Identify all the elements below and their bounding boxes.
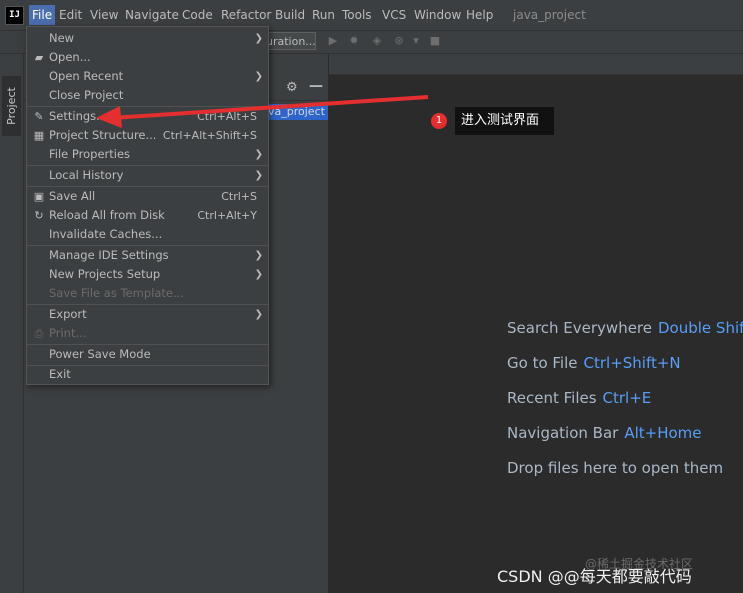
- menu-item-power-save-mode[interactable]: Power Save Mode: [27, 345, 268, 364]
- hint-recent-files: Recent Files Ctrl+E: [507, 389, 651, 407]
- submenu-arrow-icon: ❯: [254, 71, 263, 82]
- menu-item-exit[interactable]: Exit: [27, 365, 268, 384]
- hint-label: Go to File: [507, 354, 578, 372]
- menu-item-label: New Projects Setup: [49, 267, 161, 281]
- menu-item-label: Settings...: [49, 109, 108, 123]
- wrench-icon: ✎: [34, 110, 44, 123]
- hint-drop-files: Drop files here to open them: [507, 459, 723, 477]
- menu-item-shortcut: Ctrl+Alt+S: [197, 110, 257, 123]
- gear-icon[interactable]: ⚙: [286, 80, 298, 95]
- menu-item-new-projects-setup[interactable]: New Projects Setup ❯: [27, 265, 268, 284]
- menu-item-invalidate-caches[interactable]: Invalidate Caches...: [27, 225, 268, 244]
- submenu-arrow-icon: ❯: [254, 269, 263, 280]
- watermark: CSDN @@每天都要敲代码: [497, 567, 692, 586]
- menu-item-project-structure[interactable]: ▦ Project Structure... Ctrl+Alt+Shift+S: [27, 126, 268, 145]
- project-structure-icon: ▦: [33, 129, 45, 142]
- menu-item-label: Project Structure...: [49, 128, 157, 142]
- editor-tab-bar: [329, 54, 743, 75]
- step-number-badge: 1: [431, 113, 447, 129]
- folder-open-icon: ▰: [34, 51, 44, 64]
- menu-item-label: Save File as Template...: [49, 286, 184, 300]
- menu-item-label: File Properties: [49, 147, 131, 161]
- menu-item-file-properties[interactable]: File Properties ❯: [27, 145, 268, 164]
- menu-item-label: Save All: [49, 189, 96, 203]
- menu-item-shortcut: Ctrl+Alt+Shift+S: [162, 129, 257, 142]
- print-icon: ⎙: [34, 327, 44, 340]
- project-tree-root[interactable]: va_project: [268, 104, 328, 120]
- project-tab-label: Project: [5, 87, 18, 125]
- hint-go-to-file: Go to File Ctrl+Shift+N: [507, 354, 681, 372]
- submenu-arrow-icon: ❯: [254, 309, 263, 320]
- hint-label: Search Everywhere: [507, 319, 652, 337]
- hint-label: Recent Files: [507, 389, 597, 407]
- menu-item-label: Power Save Mode: [49, 347, 151, 361]
- menu-file[interactable]: File: [29, 5, 56, 25]
- menu-navigate[interactable]: Navigate: [122, 5, 182, 25]
- submenu-arrow-icon: ❯: [254, 149, 263, 160]
- menu-item-export[interactable]: Export ❯: [27, 305, 268, 324]
- menu-item-shortcut: Ctrl+Alt+Y: [197, 209, 257, 222]
- menu-item-open-recent[interactable]: Open Recent ❯: [27, 67, 268, 86]
- menu-window[interactable]: Window: [411, 5, 464, 25]
- hint-label: Drop files here to open them: [507, 459, 724, 477]
- hint-shortcut: Alt+Home: [624, 424, 702, 442]
- menu-item-label: Open...: [49, 50, 91, 64]
- menu-item-reload-all[interactable]: ↻ Reload All from Disk Ctrl+Alt+Y: [27, 206, 268, 225]
- menu-help[interactable]: Help: [463, 5, 496, 25]
- menu-view[interactable]: View: [87, 5, 121, 25]
- profile-icon[interactable]: ⊛: [392, 34, 406, 48]
- hint-label: Navigation Bar: [507, 424, 619, 442]
- menu-item-label: Exit: [49, 367, 71, 381]
- project-title: java_project: [513, 8, 586, 22]
- menu-item-settings[interactable]: ✎ Settings... Ctrl+Alt+S: [27, 107, 268, 126]
- minimize-icon[interactable]: —: [309, 78, 323, 94]
- hint-shortcut: Ctrl+E: [602, 389, 652, 407]
- reload-icon: ↻: [34, 209, 44, 222]
- menu-refactor[interactable]: Refactor: [218, 5, 274, 25]
- menu-item-label: Open Recent: [49, 69, 124, 83]
- run-icon[interactable]: ▶: [326, 34, 340, 48]
- submenu-arrow-icon: ❯: [254, 250, 263, 261]
- debug-icon[interactable]: ✹: [347, 34, 361, 48]
- hint-search-everywhere: Search Everywhere Double Shift: [507, 319, 743, 337]
- menu-item-local-history[interactable]: Local History ❯: [27, 166, 268, 185]
- submenu-arrow-icon: ❯: [254, 170, 263, 181]
- stop-icon[interactable]: ■: [428, 34, 442, 48]
- coverage-icon[interactable]: ◈: [370, 34, 384, 48]
- menu-item-new[interactable]: New ❯: [27, 29, 268, 48]
- tool-window-stripe: Project: [0, 54, 24, 593]
- menu-build[interactable]: Build: [272, 5, 308, 25]
- menu-edit[interactable]: Edit: [56, 5, 85, 25]
- hint-navigation-bar: Navigation Bar Alt+Home: [507, 424, 702, 442]
- menu-vcs[interactable]: VCS: [379, 5, 409, 25]
- menu-item-label: Reload All from Disk: [49, 208, 165, 222]
- file-menu-dropdown: New ❯ ▰ Open... Open Recent ❯ Close Proj…: [26, 26, 269, 385]
- menu-item-label: Manage IDE Settings: [49, 248, 169, 262]
- menu-item-label: Export: [49, 307, 87, 321]
- hint-shortcut: Double Shift: [658, 319, 743, 337]
- step-callout: 进入测试界面: [455, 107, 554, 135]
- menu-item-label: Local History: [49, 168, 124, 182]
- menu-item-save-file-as-template: Save File as Template...: [27, 284, 268, 303]
- menu-item-label: New: [49, 31, 75, 45]
- menu-item-print: ⎙ Print...: [27, 324, 268, 343]
- menu-item-label: Invalidate Caches...: [49, 227, 163, 241]
- menu-item-manage-ide-settings[interactable]: Manage IDE Settings ❯: [27, 246, 268, 265]
- save-icon: ▣: [33, 190, 45, 203]
- menu-item-label: Print...: [49, 326, 87, 340]
- menu-item-save-all[interactable]: ▣ Save All Ctrl+S: [27, 187, 268, 206]
- menu-item-shortcut: Ctrl+S: [221, 190, 257, 203]
- run-configuration-dropdown[interactable]: uration...: [262, 32, 316, 50]
- submenu-arrow-icon: ❯: [254, 33, 263, 44]
- intellij-logo-icon: IJ: [5, 6, 24, 25]
- menu-code[interactable]: Code: [179, 5, 216, 25]
- menu-tools[interactable]: Tools: [339, 5, 375, 25]
- hint-shortcut: Ctrl+Shift+N: [583, 354, 681, 372]
- menu-item-close-project[interactable]: Close Project: [27, 86, 268, 105]
- menu-item-open[interactable]: ▰ Open...: [27, 48, 268, 67]
- project-tool-window-tab[interactable]: Project: [2, 76, 21, 136]
- menu-item-label: Close Project: [49, 88, 124, 102]
- menu-run[interactable]: Run: [309, 5, 338, 25]
- more-run-chevron-icon[interactable]: ▾: [409, 34, 423, 48]
